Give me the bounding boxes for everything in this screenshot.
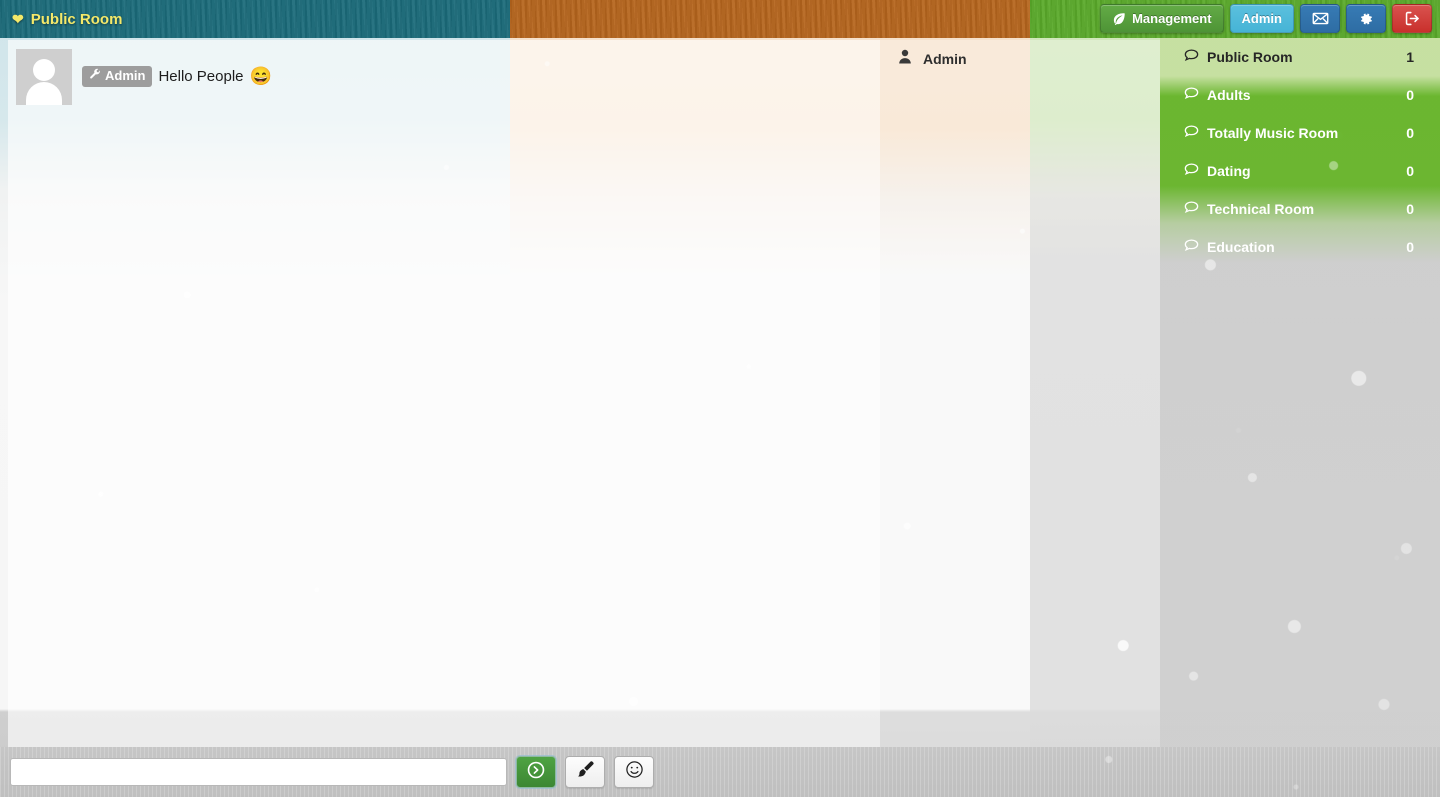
list-item-label: Admin [923, 51, 967, 67]
message-content: Admin Hello People 😄 [82, 49, 272, 87]
comment-icon [1184, 49, 1199, 65]
heart-icon: ❤ [12, 11, 24, 27]
avatar[interactable] [16, 49, 72, 105]
sidebar-item-public-room[interactable]: Public Room 1 [1160, 38, 1440, 76]
message-text: Hello People [158, 67, 244, 85]
admin-button[interactable]: Admin [1229, 4, 1294, 33]
sidebar-item-adults[interactable]: Adults 0 [1160, 76, 1440, 114]
sidebar-item-label: Education [1207, 239, 1275, 255]
management-button-label: Management [1132, 11, 1212, 26]
comment-icon [1184, 201, 1199, 217]
comment-icon [1184, 125, 1199, 141]
smiley-icon [625, 760, 644, 784]
management-button[interactable]: Management [1100, 4, 1224, 33]
composer-bar [0, 747, 1440, 797]
sidebar-item-label: Totally Music Room [1207, 125, 1339, 141]
emoji-button[interactable] [614, 756, 654, 788]
rank-badge[interactable]: Admin [82, 66, 153, 87]
sidebar-item-label: Public Room [1207, 49, 1293, 65]
logout-button[interactable] [1392, 4, 1432, 33]
main-body: Admin Hello People 😄 Admin Public Room 1… [0, 38, 1440, 749]
sidebar-item-technical-room[interactable]: Technical Room 0 [1160, 190, 1440, 228]
gear-icon [1358, 11, 1374, 27]
room-user-count: 0 [1406, 239, 1414, 255]
room-user-count: 0 [1406, 201, 1414, 217]
app-header: ❤ Public Room Management Admin [0, 0, 1440, 38]
room-user-count: 0 [1406, 125, 1414, 141]
comment-icon [1184, 87, 1199, 103]
current-room-title: ❤ Public Room [12, 0, 122, 38]
message-item: Admin Hello People 😄 [8, 46, 880, 108]
sidebar-item-label: Adults [1207, 87, 1251, 103]
logout-icon [1404, 10, 1421, 27]
rank-badge-label: Admin [105, 68, 146, 83]
message-list: Admin Hello People 😄 [8, 40, 880, 108]
chat-message-panel[interactable]: Admin Hello People 😄 [8, 40, 880, 749]
paint-brush-icon [576, 760, 595, 784]
message-input[interactable] [10, 758, 507, 786]
admin-button-label: Admin [1241, 11, 1282, 26]
avatar-body-shape [26, 82, 62, 105]
room-list-panel: Public Room 1 Adults 0 Totally Music Roo… [1160, 38, 1440, 747]
sidebar-item-dating[interactable]: Dating 0 [1160, 152, 1440, 190]
user-list-panel: Admin [880, 40, 1160, 749]
avatar-head-shape [33, 59, 55, 81]
header-band-orange [510, 0, 1030, 38]
room-user-count: 0 [1406, 163, 1414, 179]
chat-application: ❤ Public Room Management Admin Admin Hel… [0, 0, 1440, 797]
brush-button[interactable] [565, 756, 605, 788]
messages-button[interactable] [1300, 4, 1340, 33]
arrow-circle-right-icon [526, 760, 546, 785]
envelope-icon [1312, 10, 1329, 27]
comment-icon [1184, 163, 1199, 179]
user-icon [898, 49, 912, 69]
composer-controls [0, 747, 1440, 797]
room-user-count: 0 [1406, 87, 1414, 103]
sidebar-item-education[interactable]: Education 0 [1160, 228, 1440, 266]
comment-icon [1184, 239, 1199, 255]
sidebar-item-label: Dating [1207, 163, 1251, 179]
sidebar-item-totally-music-room[interactable]: Totally Music Room 0 [1160, 114, 1440, 152]
leaf-icon [1112, 12, 1126, 26]
sidebar-item-label: Technical Room [1207, 201, 1315, 217]
current-room-title-label: Public Room [30, 10, 123, 28]
list-item[interactable]: Admin [880, 40, 1160, 78]
room-user-count: 1 [1406, 49, 1414, 65]
send-button[interactable] [516, 756, 556, 788]
smiley-icon: 😄 [249, 66, 272, 87]
settings-button[interactable] [1346, 4, 1386, 33]
wrench-icon [89, 68, 101, 85]
header-button-group: Management Admin [1100, 4, 1432, 33]
